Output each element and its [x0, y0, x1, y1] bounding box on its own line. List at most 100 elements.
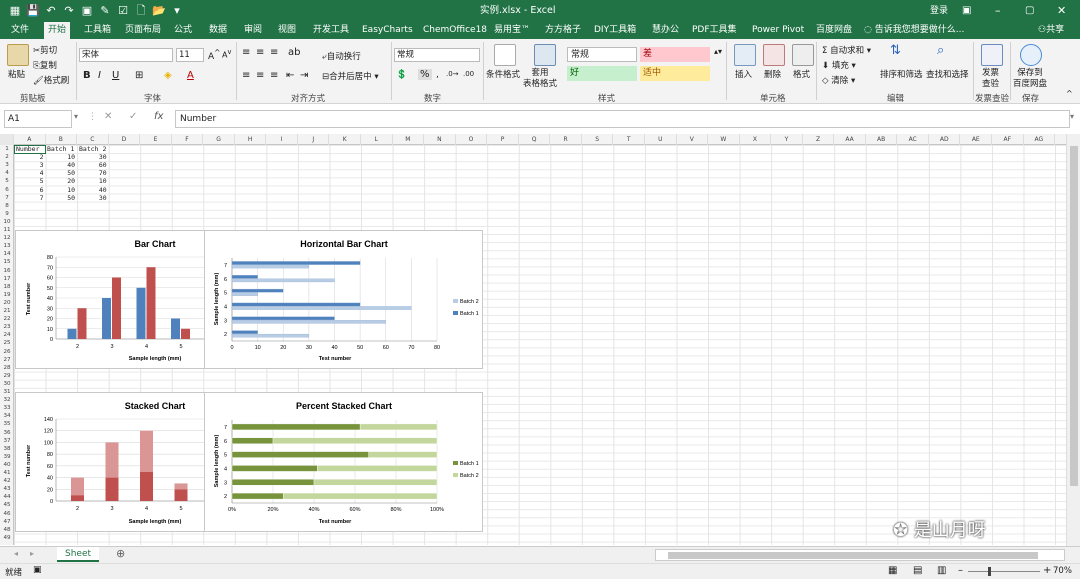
row-header[interactable]: 45: [0, 501, 14, 509]
row-header[interactable]: 18: [0, 283, 14, 291]
column-header-g[interactable]: G: [203, 134, 235, 145]
row-header[interactable]: 33: [0, 404, 14, 412]
italic-icon[interactable]: I: [98, 70, 101, 81]
align-top-icon[interactable]: ≡: [242, 47, 250, 58]
row-header[interactable]: 27: [0, 356, 14, 364]
column-header-c[interactable]: C: [77, 134, 109, 145]
tab-file[interactable]: 文件: [7, 22, 33, 39]
decrease-decimal-icon[interactable]: .00: [463, 70, 474, 78]
row-header[interactable]: 22: [0, 315, 14, 323]
row-header[interactable]: 38: [0, 445, 14, 453]
table-cell[interactable]: 40: [46, 161, 75, 169]
login-link[interactable]: 登录: [930, 0, 948, 22]
sort-filter-icon[interactable]: ⇅: [890, 43, 901, 58]
table-cell[interactable]: 2: [14, 153, 44, 161]
zoom-out-icon[interactable]: –: [958, 565, 963, 576]
tab-review[interactable]: 审阅: [240, 22, 266, 39]
wrap-text-button[interactable]: ⤶自动换行: [322, 50, 361, 62]
row-header[interactable]: 24: [0, 331, 14, 339]
column-header-q[interactable]: Q: [519, 134, 551, 145]
bar-chart[interactable]: Bar Chart Sample length (mm) Test number…: [15, 230, 225, 369]
format-button[interactable]: 格式: [793, 68, 810, 80]
column-header-n[interactable]: N: [424, 134, 456, 145]
column-header-p[interactable]: P: [487, 134, 519, 145]
row-header[interactable]: 48: [0, 526, 14, 534]
row-header[interactable]: 12: [0, 234, 14, 242]
row-header[interactable]: 37: [0, 437, 14, 445]
column-header-o[interactable]: O: [456, 134, 488, 145]
macro-record-icon[interactable]: ▣: [33, 565, 42, 575]
percent-stacked-chart[interactable]: Percent Stacked Chart Test number Sample…: [204, 392, 483, 532]
more-icon[interactable]: ▾: [168, 0, 186, 22]
zoom-in-icon[interactable]: +: [1043, 565, 1051, 576]
row-header[interactable]: 49: [0, 534, 14, 542]
indent-increase-icon[interactable]: ⇥: [300, 70, 308, 81]
bold-icon[interactable]: B: [83, 70, 91, 81]
tell-me-search[interactable]: ◌ 告诉我您想要做什么...: [860, 22, 968, 39]
column-header-x[interactable]: X: [740, 134, 772, 145]
row-header[interactable]: 4: [0, 169, 14, 177]
maximize-icon[interactable]: ▢: [1025, 0, 1034, 22]
checkbox-icon[interactable]: ☑: [114, 0, 132, 22]
save-to-baidu-button[interactable]: 保存到 百度网盘: [1013, 68, 1047, 90]
screenshot-icon[interactable]: ▣: [78, 0, 96, 22]
minimize-icon[interactable]: –: [995, 0, 1001, 22]
fill-button[interactable]: ⬇ 填充 ▾: [822, 59, 856, 71]
align-bottom-icon[interactable]: ≡: [270, 47, 278, 58]
row-header[interactable]: 6: [0, 186, 14, 194]
tab-developer[interactable]: 开发工具: [309, 22, 353, 39]
tab-pdf-tools[interactable]: PDF工具集: [688, 22, 741, 39]
vertical-scroll-thumb[interactable]: [1070, 146, 1078, 486]
row-header[interactable]: 43: [0, 485, 14, 493]
font-name-combo[interactable]: 宋体: [79, 48, 173, 62]
table-cell[interactable]: 10: [46, 153, 75, 161]
row-header[interactable]: 46: [0, 510, 14, 518]
increase-decimal-icon[interactable]: .0→: [446, 70, 459, 78]
cancel-icon[interactable]: ✕: [104, 111, 112, 122]
styles-scroll-icon[interactable]: ▴▾: [714, 47, 722, 56]
horizontal-bar-chart[interactable]: Horizontal Bar Chart Test number Sample …: [204, 230, 483, 369]
horizontal-scrollbar[interactable]: [655, 549, 1065, 561]
number-format-combo[interactable]: 常规: [394, 48, 480, 62]
table-cell[interactable]: 10: [77, 177, 107, 185]
tab-easycharts[interactable]: EasyCharts: [358, 22, 417, 39]
column-header-w[interactable]: W: [708, 134, 740, 145]
row-header[interactable]: 40: [0, 461, 14, 469]
align-right-icon[interactable]: ≡: [270, 70, 278, 81]
row-header[interactable]: 30: [0, 380, 14, 388]
row-header[interactable]: 20: [0, 299, 14, 307]
expand-formula-icon[interactable]: ▾: [1070, 112, 1074, 121]
save-icon[interactable]: 💾: [24, 0, 42, 22]
table-cell[interactable]: 4: [14, 169, 44, 177]
tab-huibangong[interactable]: 慧办公: [648, 22, 683, 39]
fill-color-icon[interactable]: ◈: [164, 70, 172, 81]
column-header-e[interactable]: E: [140, 134, 172, 145]
format-painter-button[interactable]: 🖌格式刷: [33, 74, 69, 86]
table-cell[interactable]: 5: [14, 177, 44, 185]
zoom-level[interactable]: 70%: [1053, 566, 1072, 576]
column-header-aa[interactable]: AA: [834, 134, 866, 145]
row-header[interactable]: 35: [0, 420, 14, 428]
normal-view-icon[interactable]: ▦: [888, 565, 897, 576]
row-header[interactable]: 29: [0, 372, 14, 380]
row-header[interactable]: 42: [0, 477, 14, 485]
column-header-y[interactable]: Y: [771, 134, 803, 145]
format-as-table-icon[interactable]: [534, 44, 556, 66]
tab-toolbox[interactable]: 工具箱: [80, 22, 115, 39]
column-header-s[interactable]: S: [582, 134, 614, 145]
row-header[interactable]: 19: [0, 291, 14, 299]
row-header[interactable]: 16: [0, 267, 14, 275]
baidu-cloud-icon[interactable]: [1020, 44, 1042, 66]
cell-c1-header[interactable]: Batch 2: [79, 145, 106, 153]
column-header-af[interactable]: AF: [992, 134, 1024, 145]
align-center-icon[interactable]: ≡: [256, 70, 264, 81]
tab-home[interactable]: 开始: [44, 22, 71, 39]
row-header[interactable]: 11: [0, 226, 14, 234]
row-header[interactable]: 1: [0, 145, 14, 153]
column-header-h[interactable]: H: [235, 134, 267, 145]
column-header-m[interactable]: M: [393, 134, 425, 145]
insert-button[interactable]: 插入: [735, 68, 752, 80]
page-layout-view-icon[interactable]: ▤: [913, 565, 922, 576]
tab-baidu-pan[interactable]: 百度网盘: [812, 22, 856, 39]
table-cell[interactable]: 10: [46, 186, 75, 194]
